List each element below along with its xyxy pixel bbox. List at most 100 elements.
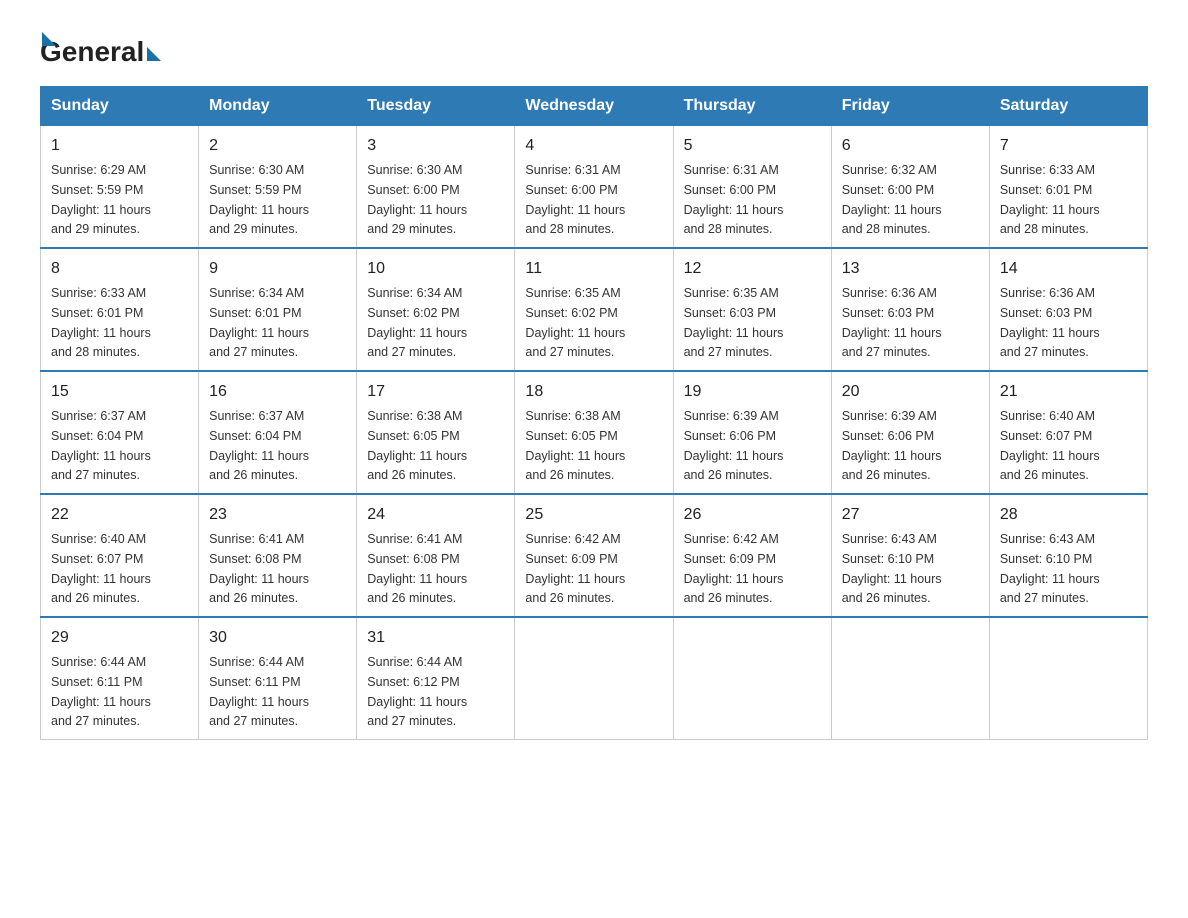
header-thursday: Thursday bbox=[673, 87, 831, 126]
logo-arrow-icon bbox=[42, 32, 56, 46]
day-number: 23 bbox=[209, 503, 346, 527]
day-info: Sunrise: 6:43 AMSunset: 6:10 PMDaylight:… bbox=[842, 532, 942, 605]
calendar-cell: 31 Sunrise: 6:44 AMSunset: 6:12 PMDaylig… bbox=[357, 617, 515, 740]
calendar-cell: 19 Sunrise: 6:39 AMSunset: 6:06 PMDaylig… bbox=[673, 371, 831, 494]
calendar-cell: 13 Sunrise: 6:36 AMSunset: 6:03 PMDaylig… bbox=[831, 248, 989, 371]
calendar-table: SundayMondayTuesdayWednesdayThursdayFrid… bbox=[40, 86, 1148, 740]
day-info: Sunrise: 6:35 AMSunset: 6:03 PMDaylight:… bbox=[684, 286, 784, 359]
day-number: 16 bbox=[209, 380, 346, 404]
day-info: Sunrise: 6:37 AMSunset: 6:04 PMDaylight:… bbox=[51, 409, 151, 482]
day-info: Sunrise: 6:36 AMSunset: 6:03 PMDaylight:… bbox=[842, 286, 942, 359]
day-info: Sunrise: 6:30 AMSunset: 5:59 PMDaylight:… bbox=[209, 163, 309, 236]
page-header: General bbox=[40, 30, 1148, 68]
calendar-cell: 11 Sunrise: 6:35 AMSunset: 6:02 PMDaylig… bbox=[515, 248, 673, 371]
day-info: Sunrise: 6:31 AMSunset: 6:00 PMDaylight:… bbox=[684, 163, 784, 236]
header-tuesday: Tuesday bbox=[357, 87, 515, 126]
calendar-week-row: 15 Sunrise: 6:37 AMSunset: 6:04 PMDaylig… bbox=[41, 371, 1148, 494]
calendar-cell bbox=[673, 617, 831, 740]
day-info: Sunrise: 6:41 AMSunset: 6:08 PMDaylight:… bbox=[367, 532, 467, 605]
calendar-header-row: SundayMondayTuesdayWednesdayThursdayFrid… bbox=[41, 87, 1148, 126]
day-number: 15 bbox=[51, 380, 188, 404]
day-info: Sunrise: 6:42 AMSunset: 6:09 PMDaylight:… bbox=[525, 532, 625, 605]
day-number: 2 bbox=[209, 134, 346, 158]
calendar-cell: 8 Sunrise: 6:33 AMSunset: 6:01 PMDayligh… bbox=[41, 248, 199, 371]
day-info: Sunrise: 6:34 AMSunset: 6:02 PMDaylight:… bbox=[367, 286, 467, 359]
day-info: Sunrise: 6:43 AMSunset: 6:10 PMDaylight:… bbox=[1000, 532, 1100, 605]
day-number: 4 bbox=[525, 134, 662, 158]
day-number: 7 bbox=[1000, 134, 1137, 158]
day-number: 10 bbox=[367, 257, 504, 281]
day-number: 24 bbox=[367, 503, 504, 527]
day-number: 8 bbox=[51, 257, 188, 281]
day-info: Sunrise: 6:32 AMSunset: 6:00 PMDaylight:… bbox=[842, 163, 942, 236]
calendar-cell: 24 Sunrise: 6:41 AMSunset: 6:08 PMDaylig… bbox=[357, 494, 515, 617]
day-info: Sunrise: 6:31 AMSunset: 6:00 PMDaylight:… bbox=[525, 163, 625, 236]
day-info: Sunrise: 6:34 AMSunset: 6:01 PMDaylight:… bbox=[209, 286, 309, 359]
calendar-cell: 16 Sunrise: 6:37 AMSunset: 6:04 PMDaylig… bbox=[199, 371, 357, 494]
day-number: 14 bbox=[1000, 257, 1137, 281]
day-number: 13 bbox=[842, 257, 979, 281]
day-number: 17 bbox=[367, 380, 504, 404]
day-info: Sunrise: 6:40 AMSunset: 6:07 PMDaylight:… bbox=[51, 532, 151, 605]
day-info: Sunrise: 6:30 AMSunset: 6:00 PMDaylight:… bbox=[367, 163, 467, 236]
calendar-cell: 14 Sunrise: 6:36 AMSunset: 6:03 PMDaylig… bbox=[989, 248, 1147, 371]
calendar-cell: 3 Sunrise: 6:30 AMSunset: 6:00 PMDayligh… bbox=[357, 126, 515, 249]
day-info: Sunrise: 6:37 AMSunset: 6:04 PMDaylight:… bbox=[209, 409, 309, 482]
day-info: Sunrise: 6:38 AMSunset: 6:05 PMDaylight:… bbox=[525, 409, 625, 482]
day-info: Sunrise: 6:39 AMSunset: 6:06 PMDaylight:… bbox=[842, 409, 942, 482]
day-number: 30 bbox=[209, 626, 346, 650]
day-number: 25 bbox=[525, 503, 662, 527]
day-number: 3 bbox=[367, 134, 504, 158]
calendar-cell: 28 Sunrise: 6:43 AMSunset: 6:10 PMDaylig… bbox=[989, 494, 1147, 617]
header-saturday: Saturday bbox=[989, 87, 1147, 126]
calendar-cell: 25 Sunrise: 6:42 AMSunset: 6:09 PMDaylig… bbox=[515, 494, 673, 617]
day-info: Sunrise: 6:40 AMSunset: 6:07 PMDaylight:… bbox=[1000, 409, 1100, 482]
day-number: 12 bbox=[684, 257, 821, 281]
day-number: 9 bbox=[209, 257, 346, 281]
day-number: 26 bbox=[684, 503, 821, 527]
day-info: Sunrise: 6:33 AMSunset: 6:01 PMDaylight:… bbox=[1000, 163, 1100, 236]
calendar-cell: 17 Sunrise: 6:38 AMSunset: 6:05 PMDaylig… bbox=[357, 371, 515, 494]
calendar-cell: 18 Sunrise: 6:38 AMSunset: 6:05 PMDaylig… bbox=[515, 371, 673, 494]
day-number: 27 bbox=[842, 503, 979, 527]
day-number: 28 bbox=[1000, 503, 1137, 527]
header-wednesday: Wednesday bbox=[515, 87, 673, 126]
day-number: 31 bbox=[367, 626, 504, 650]
calendar-cell bbox=[515, 617, 673, 740]
logo: General bbox=[40, 30, 164, 68]
calendar-cell bbox=[989, 617, 1147, 740]
calendar-cell: 21 Sunrise: 6:40 AMSunset: 6:07 PMDaylig… bbox=[989, 371, 1147, 494]
day-info: Sunrise: 6:29 AMSunset: 5:59 PMDaylight:… bbox=[51, 163, 151, 236]
day-number: 6 bbox=[842, 134, 979, 158]
day-info: Sunrise: 6:44 AMSunset: 6:11 PMDaylight:… bbox=[51, 655, 151, 728]
calendar-cell: 22 Sunrise: 6:40 AMSunset: 6:07 PMDaylig… bbox=[41, 494, 199, 617]
day-number: 29 bbox=[51, 626, 188, 650]
calendar-week-row: 8 Sunrise: 6:33 AMSunset: 6:01 PMDayligh… bbox=[41, 248, 1148, 371]
calendar-cell: 5 Sunrise: 6:31 AMSunset: 6:00 PMDayligh… bbox=[673, 126, 831, 249]
calendar-cell: 12 Sunrise: 6:35 AMSunset: 6:03 PMDaylig… bbox=[673, 248, 831, 371]
day-info: Sunrise: 6:39 AMSunset: 6:06 PMDaylight:… bbox=[684, 409, 784, 482]
calendar-cell: 23 Sunrise: 6:41 AMSunset: 6:08 PMDaylig… bbox=[199, 494, 357, 617]
calendar-cell: 7 Sunrise: 6:33 AMSunset: 6:01 PMDayligh… bbox=[989, 126, 1147, 249]
calendar-cell: 26 Sunrise: 6:42 AMSunset: 6:09 PMDaylig… bbox=[673, 494, 831, 617]
calendar-cell: 29 Sunrise: 6:44 AMSunset: 6:11 PMDaylig… bbox=[41, 617, 199, 740]
calendar-cell bbox=[831, 617, 989, 740]
calendar-cell: 27 Sunrise: 6:43 AMSunset: 6:10 PMDaylig… bbox=[831, 494, 989, 617]
day-number: 18 bbox=[525, 380, 662, 404]
day-number: 11 bbox=[525, 257, 662, 281]
calendar-cell: 1 Sunrise: 6:29 AMSunset: 5:59 PMDayligh… bbox=[41, 126, 199, 249]
header-sunday: Sunday bbox=[41, 87, 199, 126]
day-info: Sunrise: 6:35 AMSunset: 6:02 PMDaylight:… bbox=[525, 286, 625, 359]
calendar-cell: 10 Sunrise: 6:34 AMSunset: 6:02 PMDaylig… bbox=[357, 248, 515, 371]
day-info: Sunrise: 6:44 AMSunset: 6:12 PMDaylight:… bbox=[367, 655, 467, 728]
calendar-cell: 20 Sunrise: 6:39 AMSunset: 6:06 PMDaylig… bbox=[831, 371, 989, 494]
calendar-cell: 4 Sunrise: 6:31 AMSunset: 6:00 PMDayligh… bbox=[515, 126, 673, 249]
day-info: Sunrise: 6:38 AMSunset: 6:05 PMDaylight:… bbox=[367, 409, 467, 482]
calendar-week-row: 29 Sunrise: 6:44 AMSunset: 6:11 PMDaylig… bbox=[41, 617, 1148, 740]
calendar-cell: 6 Sunrise: 6:32 AMSunset: 6:00 PMDayligh… bbox=[831, 126, 989, 249]
day-number: 19 bbox=[684, 380, 821, 404]
day-info: Sunrise: 6:41 AMSunset: 6:08 PMDaylight:… bbox=[209, 532, 309, 605]
day-number: 22 bbox=[51, 503, 188, 527]
calendar-cell: 30 Sunrise: 6:44 AMSunset: 6:11 PMDaylig… bbox=[199, 617, 357, 740]
logo-triangle-icon bbox=[147, 47, 161, 61]
